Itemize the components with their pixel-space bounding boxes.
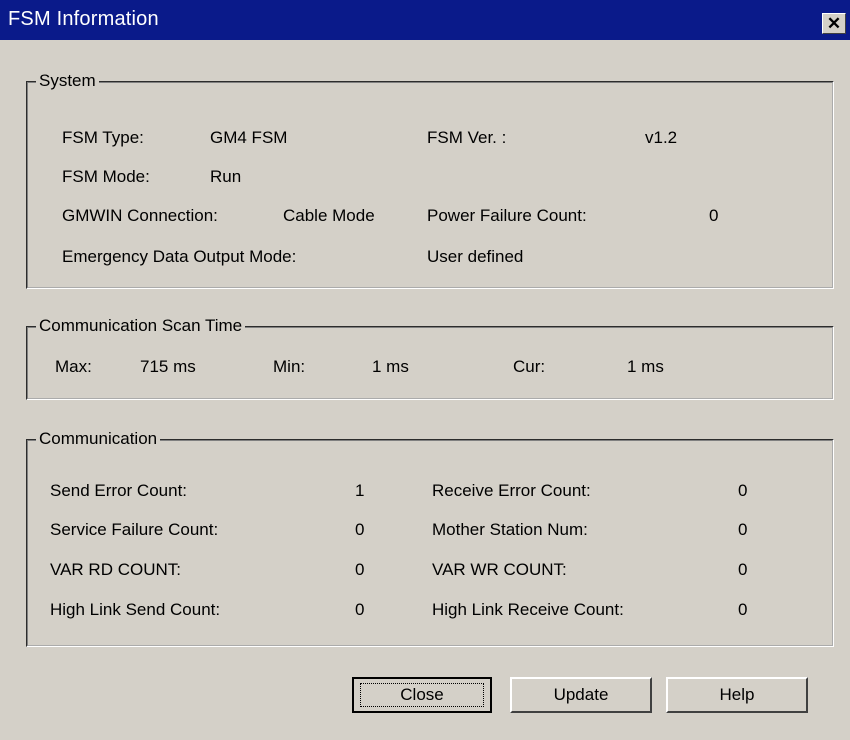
emergency-mode-value: User defined bbox=[427, 247, 524, 266]
high-link-send-label: High Link Send Count: bbox=[50, 600, 221, 619]
receive-error-value: 0 bbox=[738, 481, 748, 500]
fsm-mode-value: Run bbox=[210, 167, 242, 186]
scan-min-label: Min: bbox=[273, 357, 306, 376]
close-button[interactable]: Close bbox=[352, 677, 492, 713]
fsm-type-value: GM4 FSM bbox=[210, 128, 288, 147]
fsm-type-label: FSM Type: bbox=[62, 128, 144, 147]
scan-min-value: 1 ms bbox=[372, 357, 409, 376]
send-error-label: Send Error Count: bbox=[50, 481, 188, 500]
fsm-ver-value: v1.2 bbox=[645, 128, 678, 147]
scan-cur-value: 1 ms bbox=[627, 357, 664, 376]
scan-cur-label: Cur: bbox=[513, 357, 546, 376]
help-button-label: Help bbox=[719, 685, 755, 704]
high-link-receive-value: 0 bbox=[738, 600, 748, 619]
communication-legend: Communication bbox=[36, 429, 161, 449]
title-bar: FSM Information ✕ bbox=[0, 0, 850, 40]
service-failure-value: 0 bbox=[355, 520, 365, 539]
gmwin-connection-value: Cable Mode bbox=[283, 206, 375, 225]
high-link-receive-label: High Link Receive Count: bbox=[432, 600, 624, 619]
update-button-label: Update bbox=[553, 685, 609, 704]
high-link-send-value: 0 bbox=[355, 600, 365, 619]
mother-station-value: 0 bbox=[738, 520, 748, 539]
var-rd-value: 0 bbox=[355, 560, 365, 579]
scan-max-value: 715 ms bbox=[140, 357, 196, 376]
var-rd-label: VAR RD COUNT: bbox=[50, 560, 181, 579]
focus-rect bbox=[360, 683, 484, 707]
fsm-mode-label: FSM Mode: bbox=[62, 167, 150, 186]
service-failure-label: Service Failure Count: bbox=[50, 520, 219, 539]
power-failure-label: Power Failure Count: bbox=[427, 206, 587, 225]
fsm-ver-label: FSM Ver. : bbox=[427, 128, 507, 147]
gmwin-connection-label: GMWIN Connection: bbox=[62, 206, 218, 225]
update-button[interactable]: Update bbox=[510, 677, 652, 713]
scan-max-label: Max: bbox=[55, 357, 92, 376]
help-button[interactable]: Help bbox=[666, 677, 808, 713]
power-failure-value: 0 bbox=[709, 206, 719, 225]
system-legend: System bbox=[36, 71, 99, 91]
receive-error-label: Receive Error Count: bbox=[432, 481, 591, 500]
mother-station-label: Mother Station Num: bbox=[432, 520, 588, 539]
send-error-value: 1 bbox=[355, 481, 365, 500]
var-wr-label: VAR WR COUNT: bbox=[432, 560, 567, 579]
scan-time-legend: Communication Scan Time bbox=[36, 316, 246, 336]
emergency-mode-label: Emergency Data Output Mode: bbox=[62, 247, 297, 266]
close-icon[interactable]: ✕ bbox=[822, 13, 846, 34]
var-wr-value: 0 bbox=[738, 560, 748, 579]
window-title: FSM Information bbox=[8, 8, 159, 30]
